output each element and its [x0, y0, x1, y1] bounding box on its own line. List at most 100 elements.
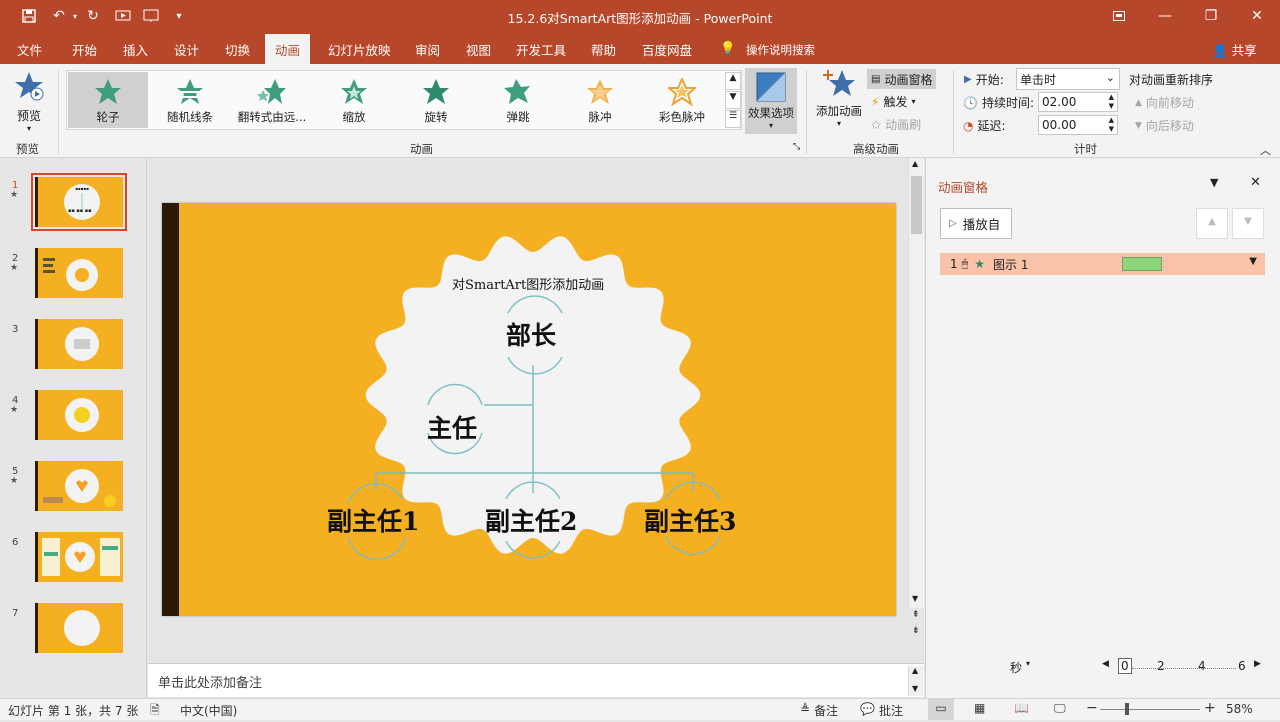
notes-scroll-up-icon[interactable]: ▲: [912, 666, 918, 675]
anim-swivel[interactable]: 旋转: [396, 72, 476, 128]
redo-icon[interactable]: ↻: [82, 6, 104, 26]
smartart-graphic[interactable]: [162, 203, 896, 616]
scroll-thumb[interactable]: [911, 176, 922, 234]
anim-grow-turn[interactable]: 翻转式由远...: [232, 72, 312, 128]
share-button[interactable]: 👤 共享: [1212, 40, 1257, 59]
slideshow-view-icon[interactable]: 🖵: [1054, 701, 1066, 716]
collapse-ribbon-icon[interactable]: ︿: [1260, 142, 1271, 158]
node-middle[interactable]: 主任: [427, 409, 477, 445]
tab-design[interactable]: 设计: [174, 40, 199, 59]
effect-options-button[interactable]: 效果选项 ▾: [745, 68, 797, 134]
notes-button[interactable]: ≜ 备注: [800, 702, 838, 719]
duration-spinner-icon[interactable]: ▲ ▼: [1109, 93, 1114, 111]
tell-me-search[interactable]: 操作说明搜索: [746, 42, 815, 58]
minimize-icon[interactable]: —: [1142, 0, 1188, 32]
ribbon-display-icon[interactable]: [1096, 0, 1142, 32]
tab-transitions[interactable]: 切换: [225, 40, 250, 59]
animation-pane-button[interactable]: ▤ 动画窗格: [867, 69, 937, 89]
reading-view-icon[interactable]: 📖: [1014, 701, 1029, 715]
from-beginning-icon[interactable]: [112, 6, 134, 26]
notes-scroll-down-icon[interactable]: ▼: [912, 684, 918, 693]
node-center[interactable]: 副主任2: [485, 502, 577, 538]
timeline-left-icon[interactable]: ◀: [1102, 659, 1109, 669]
slide-canvas[interactable]: 对SmartArt图形添加动画 部长 主任 副主任1 副主任2 副主任3: [162, 203, 896, 616]
tab-view[interactable]: 视图: [466, 40, 491, 59]
close-icon[interactable]: ✕: [1234, 0, 1280, 32]
node-top[interactable]: 部长: [506, 316, 556, 352]
move-up-button[interactable]: ▲: [1196, 208, 1228, 239]
anim-pulse[interactable]: 脉冲: [560, 72, 640, 128]
spellcheck-icon[interactable]: 🗎: [150, 701, 160, 722]
anim-zoom[interactable]: 缩放: [314, 72, 394, 128]
slide-sorter-icon[interactable]: ▦: [974, 701, 985, 715]
timeline-right-icon[interactable]: ▶: [1254, 659, 1261, 669]
slide-thumb-2[interactable]: [35, 248, 123, 298]
gallery-up-icon[interactable]: ▲: [725, 72, 741, 90]
tab-review[interactable]: 审阅: [415, 40, 440, 59]
anim-random-bars[interactable]: 随机线条: [150, 72, 230, 128]
slide-thumb-3[interactable]: [35, 319, 123, 369]
tab-slideshow[interactable]: 幻灯片放映: [328, 40, 391, 59]
tab-developer[interactable]: 开发工具: [516, 40, 566, 59]
slide-thumb-1[interactable]: ▪▪▪▪▪ ▪▪ ▪▪ ▪▪: [31, 173, 127, 231]
gallery-more-icon[interactable]: ☰: [725, 110, 741, 128]
zoom-in-icon[interactable]: +: [1204, 700, 1216, 716]
duration-input[interactable]: 02.00 ▲ ▼: [1038, 92, 1118, 112]
move-down-button[interactable]: ▼: [1232, 208, 1264, 239]
zoom-slider-track[interactable]: [1100, 709, 1200, 710]
node-right[interactable]: 副主任3: [644, 502, 736, 538]
time-unit-select[interactable]: 秒 ▾: [1010, 659, 1030, 676]
gallery-down-icon[interactable]: ▼: [725, 91, 741, 109]
play-from-button[interactable]: ▷ 播放自: [940, 208, 1012, 239]
move-later-button[interactable]: ▼ 向后移动: [1135, 117, 1194, 134]
trigger-button[interactable]: ⚡ 触发 ▾: [871, 93, 915, 110]
notes-placeholder[interactable]: 单击此处添加备注: [158, 672, 262, 691]
anim-wheel[interactable]: 轮子: [68, 72, 148, 128]
next-slide-icon[interactable]: ⇟: [912, 626, 920, 636]
item-dropdown-icon[interactable]: ▼: [1249, 256, 1257, 267]
slide-thumb-4[interactable]: [35, 390, 123, 440]
notes-pane[interactable]: 单击此处添加备注 ▲ ▼: [148, 663, 924, 697]
zoom-out-icon[interactable]: −: [1086, 700, 1098, 716]
add-animation-button[interactable]: 添加动画 ▾: [813, 68, 865, 134]
slideshow-icon[interactable]: [140, 6, 162, 26]
tab-animations[interactable]: 动画: [265, 34, 311, 64]
pane-options-icon[interactable]: ▼: [1210, 176, 1218, 189]
animation-dialog-launcher-icon[interactable]: ⤡: [793, 142, 800, 152]
slide-thumb-5[interactable]: [35, 461, 123, 511]
zoom-level[interactable]: 58%: [1226, 702, 1253, 716]
animation-painter-button[interactable]: ✩ 动画刷: [871, 116, 921, 133]
anim-bounce[interactable]: 弹跳: [478, 72, 558, 128]
move-earlier-button[interactable]: ▲ 向前移动: [1135, 94, 1194, 111]
preview-button[interactable]: 预览 ▾: [10, 70, 48, 133]
comments-button[interactable]: 💬 批注: [860, 702, 903, 719]
slide-thumb-7[interactable]: [35, 603, 123, 653]
language-indicator[interactable]: 中文(中国): [180, 702, 237, 719]
save-icon[interactable]: [18, 6, 40, 26]
zoom-slider-thumb[interactable]: [1125, 703, 1129, 715]
scroll-down-icon[interactable]: ▼: [912, 594, 918, 603]
tab-baidu[interactable]: 百度网盘: [642, 40, 692, 59]
tab-home[interactable]: 开始: [72, 40, 97, 59]
notes-scrollbar[interactable]: ▲ ▼: [908, 666, 924, 696]
animation-item[interactable]: 1 🖱 ★ 图示 1 ▼: [940, 253, 1265, 275]
delay-input[interactable]: 00.00 ▲ ▼: [1038, 115, 1118, 135]
pane-close-icon[interactable]: ✕: [1250, 175, 1261, 190]
normal-view-icon[interactable]: ▭: [928, 699, 954, 720]
delay-spinner-icon[interactable]: ▲ ▼: [1109, 116, 1114, 134]
node-left[interactable]: 副主任1: [327, 502, 419, 538]
slide-thumb-6[interactable]: [35, 532, 123, 582]
editor-scrollbar[interactable]: ▲ ▼ ⇞ ⇟: [908, 158, 924, 636]
prev-slide-icon[interactable]: ⇞: [912, 610, 920, 620]
tab-help[interactable]: 帮助: [591, 40, 616, 59]
scroll-up-icon[interactable]: ▲: [912, 159, 918, 168]
restore-icon[interactable]: ❐: [1188, 0, 1234, 32]
timeline-ruler[interactable]: ◀ 0 2 4 6 ▶: [1102, 658, 1262, 677]
slide-title[interactable]: 对SmartArt图形添加动画: [452, 274, 604, 293]
anim-color-pulse[interactable]: 彩色脉冲: [642, 72, 722, 128]
timeline-bar[interactable]: [1122, 257, 1162, 271]
tab-file[interactable]: 文件: [17, 40, 42, 59]
tab-insert[interactable]: 插入: [123, 40, 148, 59]
start-select[interactable]: 单击时 ⌄: [1016, 68, 1120, 90]
customize-toolbar-icon[interactable]: ▾: [168, 6, 190, 26]
